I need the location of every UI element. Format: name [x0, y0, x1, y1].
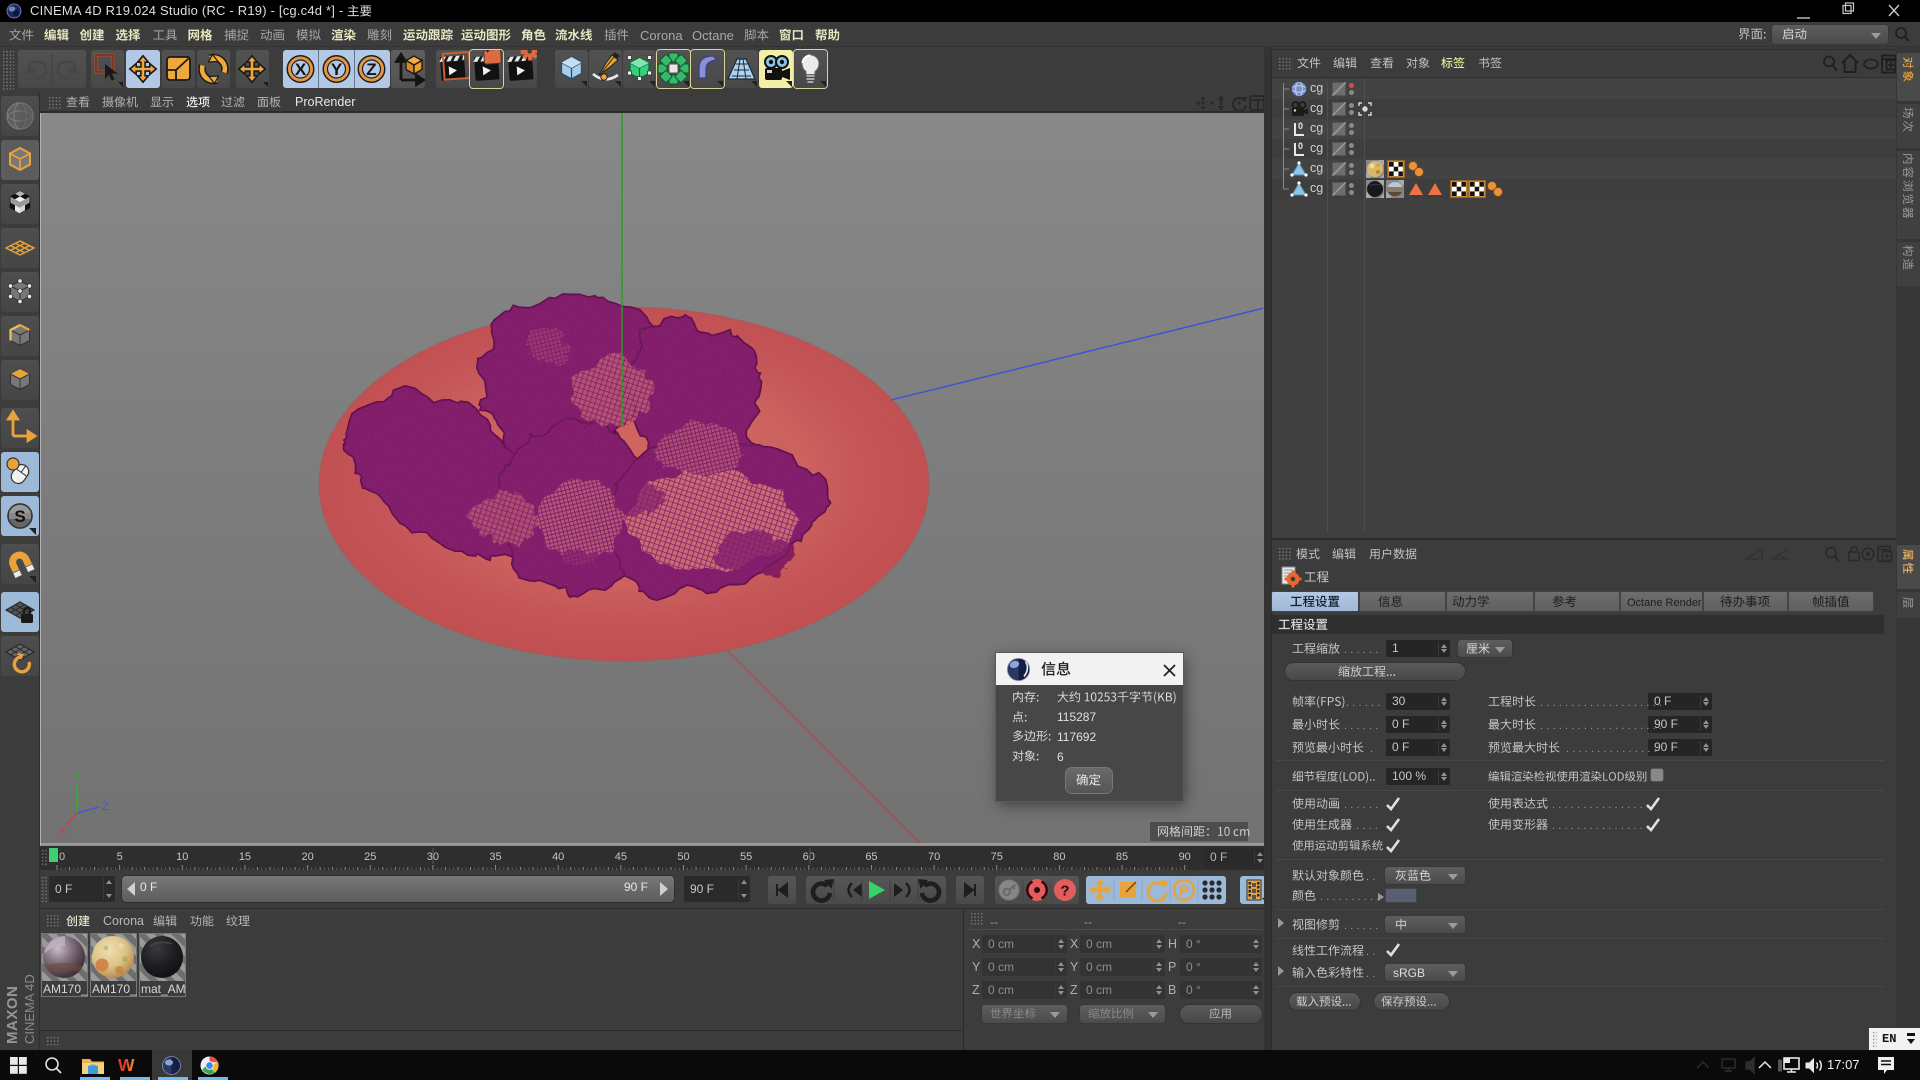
svg-text:0: 0 [1298, 141, 1303, 151]
svg-text:X: X [59, 826, 67, 838]
svg-text:10: 10 [176, 851, 188, 863]
svg-text:5: 5 [117, 851, 123, 863]
svg-text:S: S [14, 507, 25, 526]
svg-text:35: 35 [489, 851, 501, 863]
svg-text:Z: Z [366, 60, 376, 79]
svg-text:75: 75 [991, 851, 1003, 863]
svg-text:85: 85 [1116, 851, 1128, 863]
svg-text:45: 45 [615, 851, 627, 863]
svg-text:20: 20 [301, 851, 313, 863]
svg-text:X: X [295, 60, 307, 79]
svg-text:65: 65 [865, 851, 877, 863]
svg-text:55: 55 [740, 851, 752, 863]
svg-text:80: 80 [1053, 851, 1065, 863]
svg-text:0: 0 [1298, 121, 1303, 131]
svg-text:90: 90 [1179, 851, 1191, 863]
svg-text:Y: Y [75, 770, 83, 782]
svg-text:25: 25 [364, 851, 376, 863]
svg-text:60: 60 [803, 851, 815, 863]
svg-text:0: 0 [59, 851, 65, 863]
svg-text:15: 15 [239, 851, 251, 863]
svg-text:W: W [118, 1055, 135, 1075]
svg-text:70: 70 [928, 851, 940, 863]
svg-text:Z: Z [102, 801, 109, 813]
svg-text:40: 40 [552, 851, 564, 863]
svg-text:50: 50 [677, 851, 689, 863]
svg-text:Y: Y [331, 60, 343, 79]
svg-text:P: P [1179, 882, 1188, 898]
svg-text:?: ? [1060, 883, 1069, 900]
